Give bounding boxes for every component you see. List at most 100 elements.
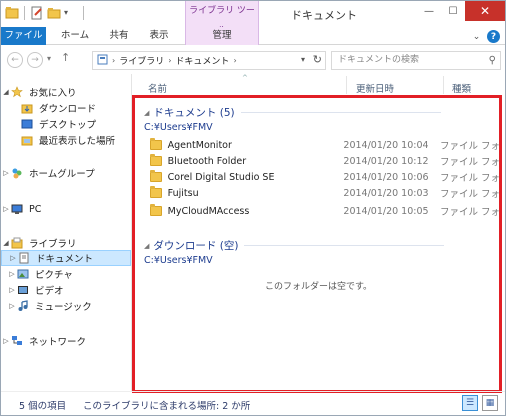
collapse-arrow-icon[interactable]: ◢ bbox=[1, 88, 11, 96]
explorer-window: ▾ ライブラリ ツール ドキュメント — ☐ ✕ ファイル ホーム 共有 表示 … bbox=[0, 0, 506, 416]
sidebar-item-videos[interactable]: ▷ ビデオ bbox=[1, 282, 131, 298]
sidebar-item-music[interactable]: ▷ ミュージック bbox=[1, 298, 131, 314]
group-downloads[interactable]: ◢ ダウンロード (空) C:¥Users¥FMV bbox=[144, 238, 445, 266]
sidebar-item-homegroup[interactable]: ▷ ホームグループ bbox=[1, 165, 131, 181]
title-bar: ▾ ライブラリ ツール ドキュメント — ☐ ✕ bbox=[1, 1, 505, 36]
file-row[interactable]: MyCloudMAccess 2014/01/20 10:05 ファイル フォ bbox=[150, 203, 500, 219]
file-date: 2014/01/20 10:03 bbox=[343, 187, 429, 199]
breadcrumb-documents[interactable]: ドキュメント bbox=[175, 54, 229, 67]
status-bar: 5 個の項目 このライブラリに含まれる場所: 2 か所 ☰ ▦ bbox=[1, 391, 505, 415]
music-icon bbox=[17, 300, 31, 312]
sidebar-item-favorites[interactable]: ◢ お気に入り bbox=[1, 84, 131, 100]
toolbar-separator bbox=[83, 6, 84, 20]
expand-arrow-icon[interactable]: ▷ bbox=[1, 169, 11, 177]
sidebar-item-documents[interactable]: ▷ ドキュメント bbox=[1, 250, 131, 266]
ribbon-tabs: ファイル ホーム 共有 表示 管理 ⌄ ? bbox=[1, 27, 505, 45]
customize-toolbar-icon[interactable]: ▾ bbox=[64, 6, 78, 20]
navigation-bar: ← → ▾ ↑ › ライブラリ › ドキュメント › ▾ ↻ ドキュメントの検索… bbox=[1, 46, 505, 74]
download-folder-icon bbox=[21, 102, 35, 114]
recent-locations-icon[interactable]: ▾ bbox=[47, 54, 51, 63]
column-divider[interactable] bbox=[346, 76, 347, 94]
folder-app-icon bbox=[5, 6, 19, 20]
sidebar-item-pictures[interactable]: ▷ ピクチャ bbox=[1, 266, 131, 282]
file-row[interactable]: Bluetooth Folder 2014/01/20 10:12 ファイル フ… bbox=[150, 153, 500, 169]
column-type[interactable]: 種類 bbox=[452, 81, 471, 95]
sidebar-item-recent-places[interactable]: 最近表示した場所 bbox=[1, 132, 131, 148]
breadcrumb-separator: › bbox=[168, 56, 172, 65]
back-button[interactable]: ← bbox=[7, 52, 23, 68]
sidebar-item-label: 最近表示した場所 bbox=[39, 136, 116, 147]
navigation-pane: ◢ お気に入り ダウンロード デスクトップ 最近表示した場所 ▷ ホームグループ… bbox=[1, 76, 131, 391]
forward-button[interactable]: → bbox=[27, 52, 43, 68]
network-icon bbox=[11, 335, 25, 347]
column-name[interactable]: 名前 bbox=[148, 81, 167, 95]
expand-arrow-icon[interactable]: ▷ bbox=[8, 254, 18, 262]
address-bar[interactable]: › ライブラリ › ドキュメント › ▾ ↻ bbox=[92, 51, 326, 70]
file-type: ファイル フォ bbox=[439, 157, 500, 168]
sidebar-item-downloads[interactable]: ダウンロード bbox=[1, 100, 131, 116]
library-locations[interactable]: このライブラリに含まれる場所: 2 か所 bbox=[83, 398, 250, 412]
file-list: ^ 名前 更新日時 種類 ◢ ドキュメント (5) C:¥Users¥FMV A… bbox=[132, 74, 505, 393]
expand-arrow-icon[interactable]: ▷ bbox=[7, 302, 17, 310]
sidebar-item-desktop[interactable]: デスクトップ bbox=[1, 116, 131, 132]
tab-share[interactable]: 共有 bbox=[101, 27, 137, 45]
expand-ribbon-icon[interactable]: ⌄ bbox=[470, 30, 483, 43]
file-date: 2014/01/20 10:05 bbox=[343, 205, 429, 217]
breadcrumb-library[interactable]: ライブラリ bbox=[119, 54, 164, 67]
group-collapse-icon[interactable]: ◢ bbox=[144, 242, 149, 250]
group-divider bbox=[244, 245, 445, 246]
breadcrumb-separator: › bbox=[233, 56, 237, 65]
file-row[interactable]: Corel Digital Studio SE 2014/01/20 10:06… bbox=[150, 169, 500, 185]
close-button[interactable]: ✕ bbox=[465, 1, 505, 21]
group-title: ダウンロード (空) bbox=[153, 240, 239, 252]
tab-manage[interactable]: 管理 bbox=[185, 27, 259, 45]
expand-arrow-icon[interactable]: ▷ bbox=[7, 270, 17, 278]
file-type: ファイル フォ bbox=[439, 189, 500, 200]
minimize-button[interactable]: — bbox=[417, 1, 441, 21]
expand-arrow-icon[interactable]: ▷ bbox=[1, 337, 11, 345]
file-row[interactable]: Fujitsu 2014/01/20 10:03 ファイル フォ bbox=[150, 185, 500, 201]
details-view-button[interactable]: ☰ bbox=[462, 395, 478, 411]
expand-arrow-icon[interactable]: ▷ bbox=[1, 205, 11, 213]
sidebar-item-label: ピクチャ bbox=[35, 270, 73, 281]
sort-ascending-icon: ^ bbox=[242, 74, 248, 82]
group-path: C:¥Users¥FMV bbox=[144, 255, 213, 266]
file-row[interactable]: AgentMonitor 2014/01/20 10:04 ファイル フォ bbox=[150, 137, 500, 153]
group-collapse-icon[interactable]: ◢ bbox=[144, 109, 149, 117]
new-folder-icon[interactable] bbox=[47, 6, 61, 20]
column-divider[interactable] bbox=[443, 76, 444, 94]
column-date-modified[interactable]: 更新日時 bbox=[356, 81, 394, 95]
tab-file[interactable]: ファイル bbox=[1, 27, 46, 45]
large-icons-view-button[interactable]: ▦ bbox=[482, 395, 498, 411]
properties-icon[interactable] bbox=[30, 6, 44, 20]
file-name: Bluetooth Folder bbox=[167, 155, 247, 167]
sidebar-item-pc[interactable]: ▷ PC bbox=[1, 201, 131, 217]
file-name: MyCloudMAccess bbox=[167, 205, 250, 217]
refresh-icon[interactable]: ↻ bbox=[313, 53, 322, 66]
folder-icon bbox=[150, 138, 162, 150]
sidebar-item-label: ダウンロード bbox=[39, 104, 97, 115]
expand-arrow-icon[interactable]: ▷ bbox=[7, 286, 17, 294]
empty-folder-message: このフォルダーは空です。 bbox=[264, 282, 373, 292]
sidebar-item-network[interactable]: ▷ ネットワーク bbox=[1, 333, 131, 349]
group-documents[interactable]: ◢ ドキュメント (5) C:¥Users¥FMV bbox=[144, 105, 441, 133]
sidebar-item-libraries[interactable]: ◢ ライブラリ bbox=[1, 235, 131, 251]
group-title: ドキュメント (5) bbox=[153, 107, 235, 119]
item-count: 5 個の項目 bbox=[19, 401, 67, 412]
address-dropdown-icon[interactable]: ▾ bbox=[301, 55, 305, 64]
library-tools-context-header: ライブラリ ツール bbox=[185, 1, 259, 36]
library-location-icon bbox=[97, 54, 108, 68]
sidebar-item-label: ミュージック bbox=[35, 302, 92, 313]
search-icon[interactable]: ⚲ bbox=[489, 52, 496, 69]
file-date: 2014/01/20 10:06 bbox=[343, 171, 429, 183]
file-name: AgentMonitor bbox=[167, 139, 232, 151]
search-input[interactable]: ドキュメントの検索 ⚲ bbox=[331, 51, 501, 70]
help-icon[interactable]: ? bbox=[487, 30, 500, 43]
collapse-arrow-icon[interactable]: ◢ bbox=[1, 239, 11, 247]
tab-home[interactable]: ホーム bbox=[55, 27, 95, 45]
tab-view[interactable]: 表示 bbox=[141, 27, 177, 45]
maximize-button[interactable]: ☐ bbox=[441, 1, 465, 21]
file-date: 2014/01/20 10:04 bbox=[343, 139, 429, 151]
window-title: ドキュメント bbox=[291, 9, 357, 22]
up-button[interactable]: ↑ bbox=[61, 51, 70, 64]
